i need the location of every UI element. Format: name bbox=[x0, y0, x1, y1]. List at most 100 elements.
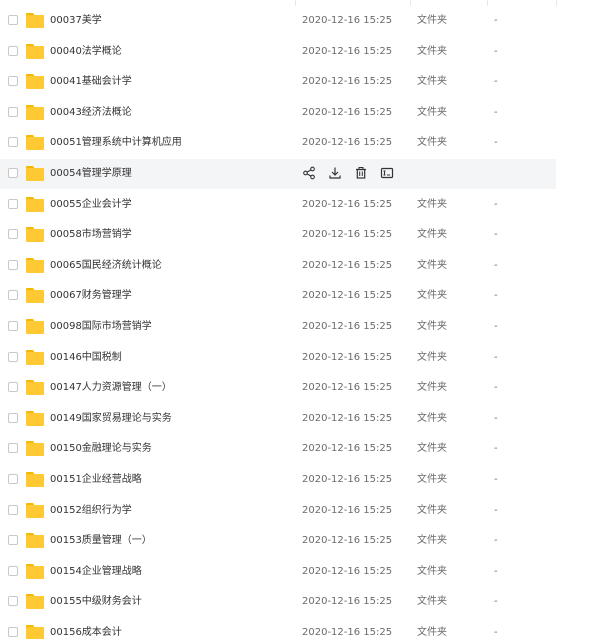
file-name-link[interactable]: 00153质量管理（一） bbox=[50, 526, 152, 556]
file-row[interactable]: 00058市场营销学 2020-12-16 15:25 文件夹 - bbox=[0, 220, 556, 250]
download-icon[interactable] bbox=[328, 166, 342, 180]
file-size: - bbox=[494, 106, 498, 118]
file-name-link[interactable]: 00149国家贸易理论与实务 bbox=[50, 404, 172, 434]
file-type: 文件夹 bbox=[417, 290, 447, 302]
folder-icon bbox=[26, 380, 44, 396]
file-row[interactable]: 00149国家贸易理论与实务 2020-12-16 15:25 文件夹 - bbox=[0, 404, 556, 434]
file-date: 2020-12-16 15:25 bbox=[302, 443, 393, 455]
folder-icon bbox=[26, 135, 44, 151]
file-date: 2020-12-16 15:25 bbox=[302, 382, 393, 394]
file-row[interactable]: 00155中级财务会计 2020-12-16 15:25 文件夹 - bbox=[0, 587, 556, 617]
row-checkbox[interactable] bbox=[8, 137, 18, 148]
row-checkbox[interactable] bbox=[8, 443, 18, 454]
file-row[interactable]: 00037美学 2020-12-16 15:25 文件夹 - bbox=[0, 6, 556, 36]
file-row[interactable]: 00151企业经营战略 2020-12-16 15:25 文件夹 - bbox=[0, 465, 556, 495]
file-row[interactable]: 00055企业会计学 2020-12-16 15:25 文件夹 - bbox=[0, 190, 556, 220]
row-checkbox[interactable] bbox=[8, 259, 18, 270]
rename-icon[interactable] bbox=[380, 166, 394, 180]
row-checkbox[interactable] bbox=[8, 504, 18, 515]
file-name-link[interactable]: 00151企业经营战略 bbox=[50, 465, 142, 495]
file-name-link[interactable]: 00150金融理论与实务 bbox=[50, 434, 152, 464]
file-row[interactable]: 00150金融理论与实务 2020-12-16 15:25 文件夹 - bbox=[0, 434, 556, 464]
file-row[interactable]: 00154企业管理战略 2020-12-16 15:25 文件夹 - bbox=[0, 557, 556, 587]
file-row[interactable]: 00040法学概论 2020-12-16 15:25 文件夹 - bbox=[0, 37, 556, 67]
file-size: - bbox=[494, 229, 498, 241]
folder-icon bbox=[26, 104, 44, 120]
row-checkbox[interactable] bbox=[8, 168, 18, 178]
file-name-link[interactable]: 00037美学 bbox=[50, 6, 102, 36]
row-checkbox[interactable] bbox=[8, 76, 18, 87]
row-checkbox[interactable] bbox=[8, 290, 18, 301]
file-name-link[interactable]: 00067财务管理学 bbox=[50, 281, 132, 311]
file-date: 2020-12-16 15:25 bbox=[302, 412, 393, 424]
file-row[interactable]: 00043经济法概论 2020-12-16 15:25 文件夹 - bbox=[0, 98, 556, 128]
file-size: - bbox=[494, 137, 498, 149]
file-date: 2020-12-16 15:25 bbox=[302, 290, 393, 302]
file-size: - bbox=[494, 382, 498, 394]
file-name-link[interactable]: 00152组织行为学 bbox=[50, 496, 132, 526]
file-type: 文件夹 bbox=[417, 259, 447, 271]
row-checkbox[interactable] bbox=[8, 15, 18, 25]
file-row[interactable]: 00041基础会计学 2020-12-16 15:25 文件夹 - bbox=[0, 67, 556, 97]
folder-icon bbox=[26, 288, 44, 304]
file-type: 文件夹 bbox=[417, 45, 447, 57]
file-date: 2020-12-16 15:25 bbox=[302, 627, 393, 638]
row-checkbox[interactable] bbox=[8, 198, 18, 209]
file-row[interactable]: 00156成本会计 2020-12-16 15:25 文件夹 - bbox=[0, 618, 556, 639]
file-type: 文件夹 bbox=[417, 504, 447, 516]
file-name-link[interactable]: 00040法学概论 bbox=[50, 37, 122, 67]
file-type: 文件夹 bbox=[417, 596, 447, 608]
folder-icon bbox=[26, 319, 44, 334]
row-checkbox[interactable] bbox=[8, 535, 18, 546]
file-row[interactable]: 00153质量管理（一） 2020-12-16 15:25 文件夹 - bbox=[0, 526, 556, 556]
file-row[interactable]: 00067财务管理学 2020-12-16 15:25 文件夹 - bbox=[0, 281, 556, 311]
file-date: 2020-12-16 15:25 bbox=[302, 76, 393, 88]
delete-icon[interactable] bbox=[354, 166, 368, 180]
file-name-link[interactable]: 00146中国税制 bbox=[50, 343, 122, 373]
file-type: 文件夹 bbox=[417, 565, 447, 577]
row-checkbox[interactable] bbox=[8, 596, 18, 607]
row-checkbox[interactable] bbox=[8, 412, 18, 423]
file-type: 文件夹 bbox=[417, 137, 447, 149]
file-name-link[interactable]: 00043经济法概论 bbox=[50, 98, 132, 128]
file-name-link[interactable]: 00155中级财务会计 bbox=[50, 587, 142, 617]
file-name-link[interactable]: 00065国民经济统计概论 bbox=[50, 251, 162, 281]
file-name-link[interactable]: 00054管理学原理 bbox=[50, 159, 132, 189]
file-name-link[interactable]: 00041基础会计学 bbox=[50, 67, 132, 97]
row-checkbox[interactable] bbox=[8, 351, 18, 362]
file-type: 文件夹 bbox=[417, 15, 447, 26]
file-row[interactable]: 00146中国税制 2020-12-16 15:25 文件夹 - bbox=[0, 343, 556, 373]
file-name-link[interactable]: 00051管理系统中计算机应用 bbox=[50, 128, 182, 158]
row-checkbox[interactable] bbox=[8, 45, 18, 56]
file-date: 2020-12-16 15:25 bbox=[302, 504, 393, 516]
file-type: 文件夹 bbox=[417, 321, 447, 332]
row-checkbox[interactable] bbox=[8, 321, 18, 331]
file-row[interactable]: 00054管理学原理 bbox=[0, 159, 556, 189]
file-size: - bbox=[494, 596, 498, 608]
row-checkbox[interactable] bbox=[8, 474, 18, 484]
file-name-link[interactable]: 00055企业会计学 bbox=[50, 190, 132, 220]
folder-icon bbox=[26, 441, 44, 457]
folder-icon bbox=[26, 43, 44, 59]
file-name-link[interactable]: 00098国际市场营销学 bbox=[50, 312, 152, 342]
file-name-link[interactable]: 00058市场营销学 bbox=[50, 220, 132, 250]
file-size: - bbox=[494, 259, 498, 271]
row-checkbox[interactable] bbox=[8, 106, 18, 117]
folder-icon bbox=[26, 563, 44, 579]
file-name-link[interactable]: 00154企业管理战略 bbox=[50, 557, 142, 587]
file-size: - bbox=[494, 535, 498, 547]
file-row[interactable]: 00051管理系统中计算机应用 2020-12-16 15:25 文件夹 - bbox=[0, 128, 556, 158]
file-row[interactable]: 00152组织行为学 2020-12-16 15:25 文件夹 - bbox=[0, 496, 556, 526]
row-checkbox[interactable] bbox=[8, 565, 18, 576]
file-name-link[interactable]: 00156成本会计 bbox=[50, 618, 122, 639]
file-date: 2020-12-16 15:25 bbox=[302, 137, 393, 149]
row-checkbox[interactable] bbox=[8, 382, 18, 393]
row-checkbox[interactable] bbox=[8, 627, 18, 637]
file-row[interactable]: 00065国民经济统计概论 2020-12-16 15:25 文件夹 - bbox=[0, 251, 556, 281]
share-icon[interactable] bbox=[302, 166, 316, 180]
row-checkbox[interactable] bbox=[8, 229, 18, 240]
file-row[interactable]: 00147人力资源管理（一） 2020-12-16 15:25 文件夹 - bbox=[0, 373, 556, 403]
file-name-link[interactable]: 00147人力资源管理（一） bbox=[50, 373, 172, 403]
file-row[interactable]: 00098国际市场营销学 2020-12-16 15:25 文件夹 - bbox=[0, 312, 556, 342]
file-type: 文件夹 bbox=[417, 535, 447, 547]
